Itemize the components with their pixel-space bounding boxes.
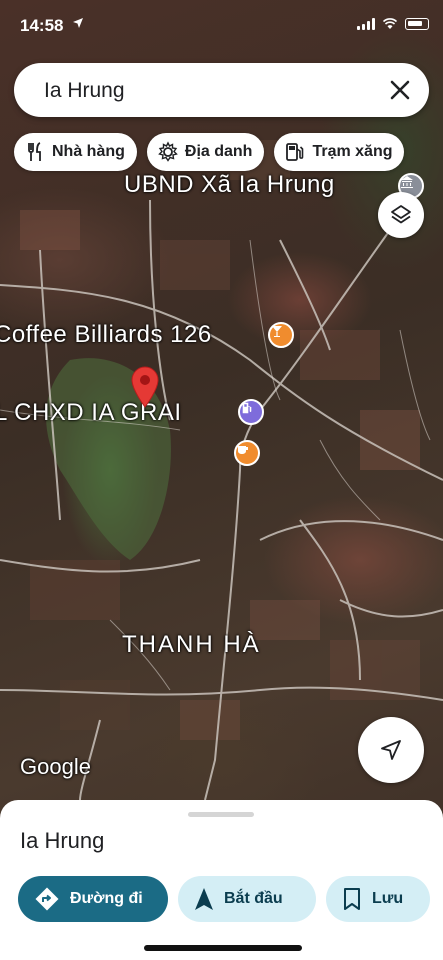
save-button[interactable]: Lưu — [326, 876, 430, 922]
directions-label: Đường đi — [70, 890, 143, 907]
chip-label: Nhà hàng — [52, 143, 125, 160]
layers-button[interactable] — [378, 192, 424, 238]
close-icon[interactable] — [387, 77, 413, 103]
place-actions: Đường đi Bắt đầu Lưu — [18, 876, 430, 922]
chip-restaurants[interactable]: Nhà hàng — [14, 133, 137, 171]
battery-icon — [405, 18, 429, 30]
landmark-icon — [158, 141, 178, 162]
sheet-drag-handle[interactable] — [188, 812, 254, 817]
gas-station-icon[interactable] — [238, 399, 264, 425]
gas-station-icon — [286, 143, 304, 161]
navigation-icon — [195, 888, 213, 910]
map-label-coffee[interactable]: Coffee Billiards 126 — [0, 321, 212, 349]
chip-gas-stations[interactable]: Trạm xăng — [274, 133, 405, 171]
place-title: Ia Hrung — [20, 828, 105, 853]
search-bar[interactable]: Ia Hrung — [14, 63, 429, 117]
status-time: 14:58 — [20, 16, 64, 35]
map-label-ubnd[interactable]: UBND Xã Ia Hrung — [124, 171, 335, 199]
my-location-button[interactable] — [358, 717, 424, 783]
category-chips: Nhà hàng Địa danh Trạm xăng — [14, 133, 405, 171]
cellular-signal-icon — [357, 18, 375, 30]
bookmark-icon — [344, 888, 360, 910]
map-label-thanh-ha: THANH HÀ — [122, 631, 261, 658]
chip-landmarks[interactable]: Địa danh — [146, 133, 265, 171]
status-bar: 14:58 — [0, 0, 443, 52]
location-pin-icon[interactable] — [131, 366, 159, 408]
directions-icon — [35, 887, 59, 911]
google-attribution: Google — [20, 754, 91, 779]
navigation-arrow-icon — [381, 740, 401, 760]
save-label: Lưu — [372, 890, 404, 907]
restaurant-icon — [28, 142, 41, 161]
place-bottom-sheet[interactable]: Ia Hrung Đường đi Bắt đầu Lưu — [0, 800, 443, 960]
cocktail-bar-icon[interactable] — [268, 322, 294, 348]
cafe-icon[interactable] — [234, 440, 260, 466]
chip-label: Địa danh — [184, 143, 253, 160]
location-arrow-icon — [72, 17, 84, 32]
start-label: Bắt đầu — [224, 890, 283, 907]
search-input[interactable]: Ia Hrung — [44, 79, 125, 103]
chip-label: Trạm xăng — [312, 143, 393, 160]
directions-button[interactable]: Đường đi — [18, 876, 168, 922]
wifi-icon — [383, 18, 397, 29]
start-navigation-button[interactable]: Bắt đầu — [178, 876, 316, 922]
layers-icon — [391, 205, 411, 224]
home-indicator — [144, 945, 302, 951]
